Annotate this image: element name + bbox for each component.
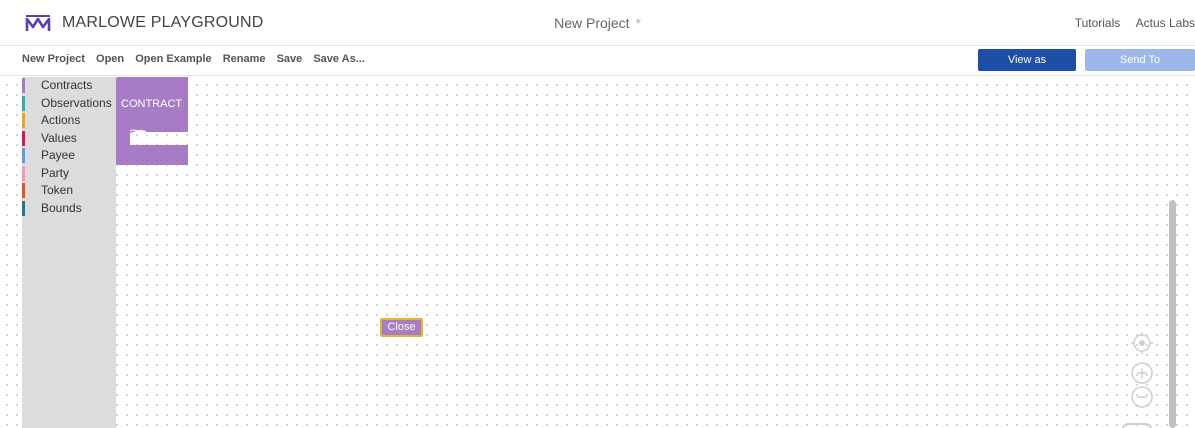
save-button[interactable]: Save xyxy=(277,53,303,65)
category-party[interactable]: Party xyxy=(22,165,116,183)
target-icon[interactable] xyxy=(1130,331,1154,355)
vertical-scrollbar[interactable] xyxy=(1169,200,1176,428)
category-label: Contracts xyxy=(41,78,93,92)
close-block[interactable]: Close xyxy=(380,318,423,337)
category-label: Token xyxy=(41,183,74,197)
category-color-swatch xyxy=(22,130,25,146)
category-color-swatch xyxy=(22,95,25,111)
category-actions[interactable]: Actions xyxy=(22,112,116,130)
category-color-swatch xyxy=(22,165,25,181)
category-contracts[interactable]: Contracts xyxy=(22,77,116,95)
file-menu: New Project Open Open Example Rename Sav… xyxy=(22,53,373,65)
send-to-simulator-button[interactable]: Send To Simulator xyxy=(1085,49,1195,88)
minus-icon[interactable] xyxy=(1130,385,1154,409)
category-color-swatch xyxy=(22,200,25,216)
contract-block[interactable]: CONTRACT xyxy=(116,77,188,165)
open-example-button[interactable]: Open Example xyxy=(135,53,211,65)
category-color-swatch xyxy=(22,113,25,128)
category-label: Actions xyxy=(41,113,81,127)
category-label: Bounds xyxy=(41,200,82,215)
project-title: New Project xyxy=(554,15,630,31)
category-label: Values xyxy=(41,130,77,145)
category-color-swatch xyxy=(22,78,25,93)
tutorials-link[interactable]: Tutorials xyxy=(1075,16,1121,30)
project-name: New Project * xyxy=(0,15,1195,31)
category-values[interactable]: Values xyxy=(22,130,116,148)
category-label: Payee xyxy=(41,148,76,162)
category-observations[interactable]: Observations xyxy=(22,95,116,113)
new-project-button[interactable]: New Project xyxy=(22,53,85,65)
save-as-button[interactable]: Save As... xyxy=(313,53,365,65)
actus-labs-link[interactable]: Actus Labs xyxy=(1136,16,1195,30)
view-as-marlowe-button[interactable]: View as Marlowe xyxy=(978,49,1076,88)
category-color-swatch xyxy=(22,183,25,198)
header-links: Tutorials Actus Labs xyxy=(1063,16,1195,30)
unsaved-marker: * xyxy=(635,15,641,31)
contract-block-label: CONTRACT xyxy=(121,98,182,110)
category-label: Observations xyxy=(41,95,112,110)
category-label: Party xyxy=(41,165,70,180)
open-button[interactable]: Open xyxy=(96,53,124,65)
category-payee[interactable]: Payee xyxy=(22,147,116,165)
rename-button[interactable]: Rename xyxy=(223,53,266,65)
trash-icon[interactable] xyxy=(1122,423,1152,428)
top-bar: MARLOWE PLAYGROUND New Project * Tutoria… xyxy=(0,0,1195,46)
category-color-swatch xyxy=(22,148,25,163)
toolbox-categories: Contracts Observations Actions Values Pa… xyxy=(22,77,116,428)
category-token[interactable]: Token xyxy=(22,182,116,200)
category-bounds[interactable]: Bounds xyxy=(22,200,116,218)
plus-icon[interactable] xyxy=(1130,361,1154,385)
